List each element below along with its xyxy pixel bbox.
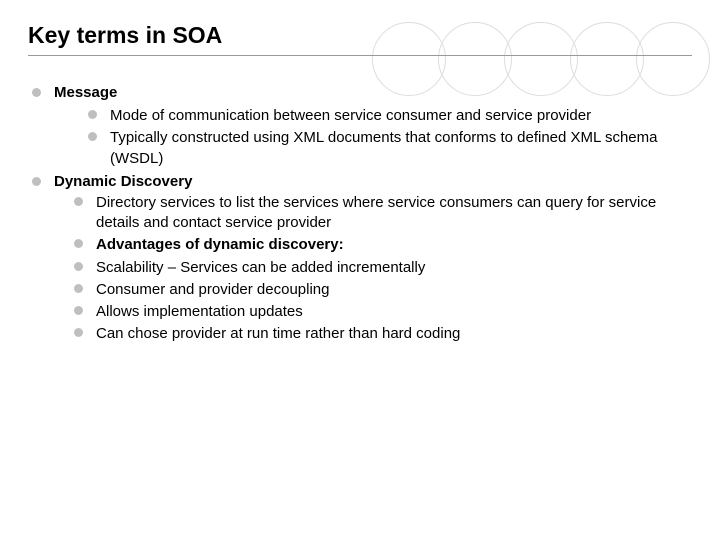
bullet-list-level3: Directory services to list the services … [54,193,692,345]
bullet-list-level2: Mode of communication between service co… [54,106,692,169]
title-rule [28,55,692,56]
bullet-icon [88,110,97,119]
list-item: Mode of communication between service co… [88,106,692,126]
list-item: Typically constructed using XML document… [88,128,692,169]
list-item-dynamic-discovery: Dynamic Discovery Directory services to … [32,173,692,345]
list-item: Consumer and provider decoupling [74,280,692,300]
bullet-icon [88,132,97,141]
bullet-text: Can chose provider at run time rather th… [96,325,460,342]
list-item: Advantages of dynamic discovery: [74,235,692,255]
bullet-icon [32,177,41,186]
list-item: Can chose provider at run time rather th… [74,324,692,344]
section-heading: Dynamic Discovery [54,173,192,190]
slide-content: Key terms in SOA Message Mode of communi… [0,0,720,345]
bullet-icon [74,239,83,248]
list-item-message: Message Mode of communication between se… [32,84,692,169]
bullet-text: Advantages of dynamic discovery: [96,236,344,253]
bullet-icon [74,284,83,293]
list-item: Allows implementation updates [74,302,692,322]
list-item: Directory services to list the services … [74,193,692,234]
bullet-icon [74,197,83,206]
bullet-text: Typically constructed using XML document… [110,129,658,166]
slide-title: Key terms in SOA [28,22,692,49]
list-item: Scalability – Services can be added incr… [74,258,692,278]
bullet-list-level1: Message Mode of communication between se… [28,84,692,345]
bullet-icon [32,88,41,97]
bullet-text: Allows implementation updates [96,303,303,320]
bullet-icon [74,262,83,271]
bullet-icon [74,328,83,337]
bullet-text: Directory services to list the services … [96,194,656,231]
bullet-text: Mode of communication between service co… [110,107,591,124]
bullet-text: Consumer and provider decoupling [96,281,329,298]
section-heading: Message [54,84,117,101]
bullet-icon [74,306,83,315]
bullet-text: Scalability – Services can be added incr… [96,259,425,276]
